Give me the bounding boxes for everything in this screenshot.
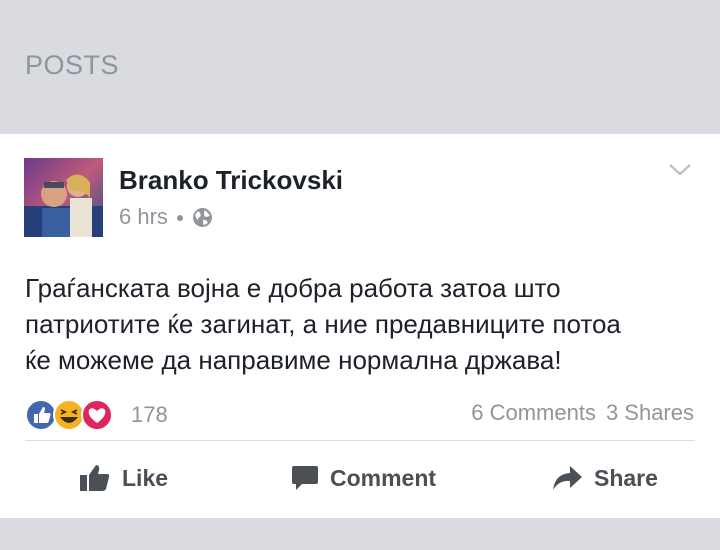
reaction-count: 178 <box>131 402 168 427</box>
share-label: Share <box>594 464 658 491</box>
like-button[interactable]: Like <box>78 456 168 500</box>
post-meta: 6 hrs ● <box>119 204 213 230</box>
post-text-line: Граѓанската војна е добра работа затоа ш… <box>25 273 561 303</box>
reaction-icons <box>25 399 113 431</box>
author-name[interactable]: Branko Trickovski <box>119 165 343 196</box>
section-title: POSTS <box>25 50 120 80</box>
reactions-summary[interactable]: 178 <box>25 399 168 431</box>
avatar[interactable] <box>24 158 103 237</box>
section-header: POSTS <box>0 0 720 132</box>
comments-count[interactable]: 6 Comments <box>471 400 596 426</box>
share-arrow-icon <box>553 466 582 490</box>
post-card: Branko Trickovski 6 hrs ● Граѓанската во… <box>0 134 720 518</box>
post-text: Граѓанската војна е добра работа затоа ш… <box>25 270 705 378</box>
engagement-stats: 6 Comments 3 Shares <box>471 400 694 426</box>
post-time[interactable]: 6 hrs <box>119 204 168 230</box>
divider <box>25 440 695 441</box>
comment-button[interactable]: Comment <box>290 456 436 500</box>
separator-dot: ● <box>175 209 185 225</box>
globe-icon <box>193 207 213 227</box>
post-text-line: патриотите ќе загинат, а ние предавницит… <box>25 309 621 339</box>
next-post-divider <box>0 518 720 550</box>
haha-reaction-icon <box>53 399 85 431</box>
like-reaction-icon <box>25 399 57 431</box>
like-label: Like <box>122 464 169 491</box>
share-button[interactable]: Share <box>550 456 658 500</box>
chevron-down-icon[interactable] <box>666 160 694 180</box>
thumbs-up-icon <box>80 465 110 491</box>
action-bar: Like Comment Share <box>0 456 720 500</box>
comment-icon <box>292 466 318 490</box>
shares-count[interactable]: 3 Shares <box>606 400 694 426</box>
post-text-line: ќе можеме да направиме нормална држава! <box>25 345 562 375</box>
love-reaction-icon <box>81 399 113 431</box>
comment-label: Comment <box>330 464 437 491</box>
